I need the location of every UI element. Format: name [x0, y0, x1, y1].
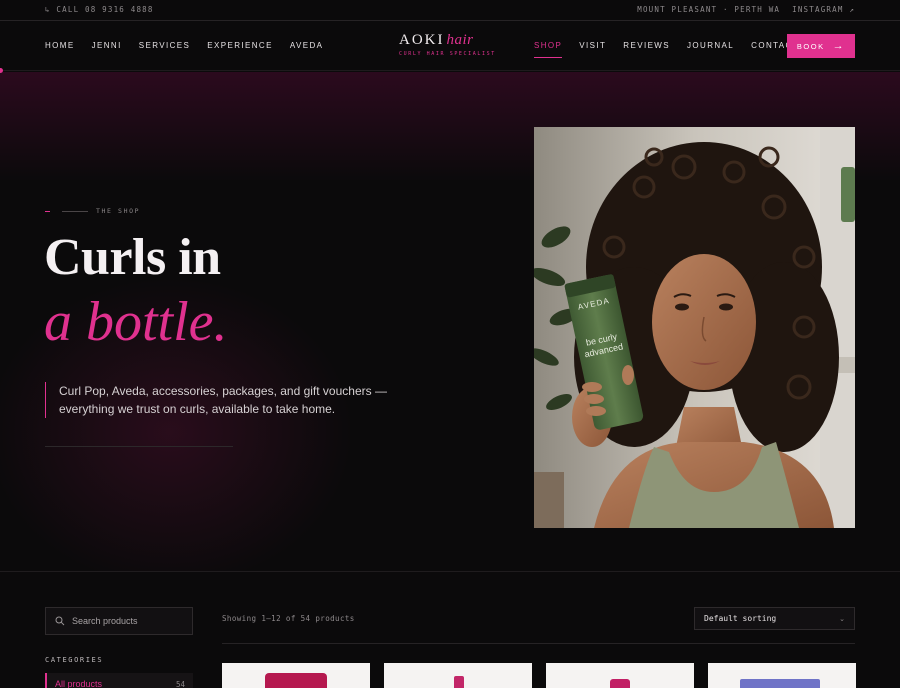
hero-photo: AVEDA be curly advanced	[534, 127, 855, 528]
results-count: Showing 1–12 of 54 products	[222, 614, 355, 623]
categories-heading: CATEGORIES	[45, 656, 104, 664]
logo-tagline: CURLY HAIR SPECIALIST	[399, 51, 496, 57]
eyebrow-text: THE SHOP	[96, 207, 141, 215]
nav-journal[interactable]: JOURNAL	[687, 41, 734, 50]
product-image	[610, 679, 630, 688]
product-search-box[interactable]	[45, 607, 193, 635]
nav-reviews[interactable]: REVIEWS	[623, 41, 670, 50]
top-bar: ↳ CALL 08 9316 4888 MOUNT PLEASANT · PER…	[0, 0, 900, 21]
logo-name: AOKI	[399, 32, 445, 48]
sort-select[interactable]: Default sorting ⌄	[694, 607, 855, 630]
hero-title-line2: a bottle.	[44, 291, 228, 353]
hero-lede: Curl Pop, Aveda, accessories, packages, …	[45, 382, 445, 418]
search-icon	[55, 616, 65, 626]
category-item-all[interactable]: All products 54	[45, 673, 193, 688]
book-button[interactable]: BOOK →	[787, 34, 855, 58]
sort-value: Default sorting	[704, 614, 777, 623]
category-name: All products	[55, 679, 103, 688]
primary-nav-right: SHOP VISIT REVIEWS JOURNAL CONTACT	[534, 41, 799, 58]
site-logo[interactable]: AOKI hair CURLY HAIR SPECIALIST	[399, 32, 496, 57]
product-card[interactable]	[546, 663, 694, 688]
arrow-right-icon: →	[832, 39, 846, 52]
site-header: HOME JENNI SERVICES EXPERIENCE AVEDA AOK…	[0, 21, 900, 71]
hero-section: THE SHOP Curls in a bottle. Curl Pop, Av…	[0, 68, 900, 572]
accent-dash	[45, 210, 50, 212]
logo-accent: hair	[446, 32, 474, 48]
product-card[interactable]	[222, 663, 370, 688]
book-button-label: BOOK	[796, 41, 825, 51]
nav-visit[interactable]: VISIT	[579, 41, 606, 50]
chevron-down-icon: ⌄	[839, 615, 845, 623]
category-count: 54	[175, 679, 185, 688]
nav-experience[interactable]: EXPERIENCE	[207, 41, 273, 50]
instagram-link[interactable]: INSTAGRAM ↗	[792, 5, 855, 14]
nav-aveda[interactable]: AVEDA	[290, 41, 324, 50]
product-image	[454, 676, 464, 688]
nav-jenni[interactable]: JENNI	[92, 41, 122, 50]
product-image	[740, 679, 820, 688]
product-card[interactable]	[708, 663, 856, 688]
product-image	[265, 673, 327, 688]
hero-title-line1: Curls in	[44, 229, 221, 286]
phone-link[interactable]: ↳ CALL 08 9316 4888	[45, 5, 154, 14]
nav-home[interactable]: HOME	[45, 41, 75, 50]
hero-eyebrow: THE SHOP	[45, 207, 140, 215]
primary-nav-left: HOME JENNI SERVICES EXPERIENCE AVEDA	[45, 41, 323, 50]
eyebrow-rule	[62, 210, 88, 212]
search-input[interactable]	[72, 616, 182, 626]
location-text: MOUNT PLEASANT · PERTH WA	[637, 5, 781, 14]
nav-shop[interactable]: SHOP	[534, 41, 563, 58]
hero-divider	[45, 446, 233, 447]
products-divider	[222, 643, 855, 644]
product-card[interactable]	[384, 663, 532, 688]
accent-dot	[0, 68, 3, 73]
nav-services[interactable]: SERVICES	[139, 41, 191, 50]
